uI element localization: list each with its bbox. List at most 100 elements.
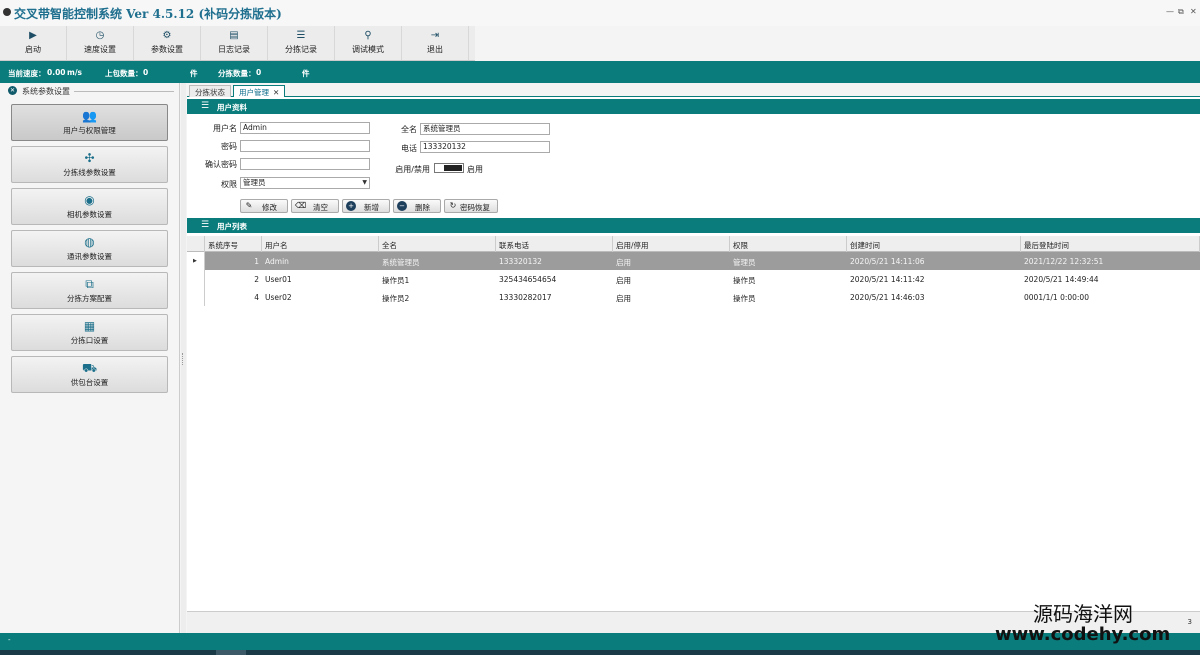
sidebar-item-feeder[interactable]: ⛟ 供包台设置 <box>11 356 168 393</box>
table-cell: 启用 <box>616 276 631 285</box>
section-title: 用户资料 <box>217 103 247 112</box>
tab-label: 分拣状态 <box>195 88 225 97</box>
column-header[interactable]: 最后登陆时间 <box>1021 236 1200 252</box>
phone-label: 电话 <box>401 144 417 153</box>
modify-button[interactable]: ✎ 修改 <box>240 199 288 213</box>
close-button[interactable]: ✕ <box>1190 7 1197 16</box>
column-header[interactable]: 用户名 <box>262 236 379 252</box>
username-field[interactable]: Admin <box>240 122 370 134</box>
table-cell: Admin <box>265 257 289 266</box>
column-header[interactable]: 系统序号 <box>205 236 262 252</box>
network-icon: ✣ <box>84 150 95 165</box>
sidebar-item-camera-params[interactable]: ◉ 相机参数设置 <box>11 188 168 225</box>
add-button[interactable]: + 新增 <box>342 199 390 213</box>
speed-settings-label: 速度设置 <box>84 45 116 54</box>
plus-icon: + <box>346 201 356 211</box>
sidebar-item-label: 相机参数设置 <box>67 209 112 219</box>
column-header[interactable]: 创建时间 <box>847 236 1021 252</box>
sorted-unit: 件 <box>302 69 310 78</box>
edit-icon: ✎ <box>245 201 253 210</box>
confirm-password-field[interactable] <box>240 158 370 170</box>
loaded-value: 0 <box>143 68 149 77</box>
globe-icon: ◍ <box>84 234 95 249</box>
taskbar-item[interactable] <box>216 650 246 655</box>
sidebar-item-sort-port[interactable]: ▦ 分拣口设置 <box>11 314 168 351</box>
table-row[interactable]: 1 Admin 系统管理员 133320132 启用 管理员 2020/5/21… <box>205 252 1200 270</box>
watermark-title: 源码海洋网 <box>1033 602 1133 626</box>
log-records-button[interactable]: ▤ 日志记录 <box>201 26 268 60</box>
table-row[interactable]: 4 User02 操作员2 13330282017 启用 操作员 2020/5/… <box>205 288 1200 306</box>
table-cell: 2020/5/21 14:49:44 <box>1024 275 1099 284</box>
sidebar-item-comm-params[interactable]: ◍ 通讯参数设置 <box>11 230 168 267</box>
divider <box>74 91 174 92</box>
modify-label: 修改 <box>262 203 277 212</box>
table-cell: User02 <box>265 293 292 302</box>
start-button[interactable]: ▶ 启动 <box>0 26 67 60</box>
minimize-button[interactable]: — <box>1166 7 1174 16</box>
table-cell: 操作员 <box>733 294 756 303</box>
row-pointer-icon: ▶ <box>193 258 197 264</box>
sidebar-item-sort-scheme[interactable]: ⧉ 分拣方案配置 <box>11 272 168 309</box>
table-cell: 2020/5/21 14:46:03 <box>850 293 925 302</box>
sidebar-title: 系统参数设置 <box>22 87 70 96</box>
reset-password-button[interactable]: ↻ 密码恢复 <box>444 199 498 213</box>
tab-close-icon[interactable]: ✕ <box>273 88 279 97</box>
log-records-label: 日志记录 <box>218 45 250 54</box>
password-label: 密码 <box>221 142 237 151</box>
sidebar-item-user-permissions[interactable]: 👥 用户与权限管理 <box>11 104 168 141</box>
exit-icon: ⇥ <box>430 30 440 41</box>
panel-splitter[interactable] <box>181 83 186 633</box>
speed-unit: m/s <box>67 68 83 77</box>
table-cell: User01 <box>265 275 292 284</box>
speed-value: 0.00 <box>47 68 66 77</box>
fullname-field[interactable]: 系统管理员 <box>420 123 550 135</box>
tab-sort-status[interactable]: 分拣状态 <box>189 85 231 97</box>
table-cell: 2020/5/21 14:11:06 <box>850 257 925 266</box>
table-cell: 0001/1/1 0:00:00 <box>1024 293 1089 302</box>
phone-field[interactable]: 133320132 <box>420 141 550 153</box>
sidebar-item-label: 分拣方案配置 <box>67 293 112 303</box>
window-title: 交叉带智能控制系统 Ver 4.5.12 (补码分拣版本) <box>14 7 282 21</box>
fullname-label: 全名 <box>401 125 417 134</box>
speed-settings-button[interactable]: ◷ 速度设置 <box>67 26 134 60</box>
role-value: 管理员 <box>243 178 266 187</box>
table-cell: 2 <box>254 275 259 284</box>
page-number: 3 <box>1187 618 1192 626</box>
table-cell: 操作员1 <box>382 276 410 285</box>
splitter-grip[interactable] <box>182 353 184 365</box>
eraser-icon: ⌫ <box>295 201 307 210</box>
column-header[interactable]: 全名 <box>379 236 496 252</box>
clear-button[interactable]: ⌫ 清空 <box>291 199 339 213</box>
debug-mode-button[interactable]: ⚲ 调试模式 <box>335 26 402 60</box>
sidebar-item-label: 分拣口设置 <box>70 335 109 345</box>
watermark-url: www.codehy.com <box>995 624 1171 645</box>
speed-label: 当前速度： <box>8 69 46 78</box>
collapse-icon[interactable]: ✕ <box>8 86 17 95</box>
param-settings-label: 参数设置 <box>151 45 183 54</box>
list-icon: ☰ <box>201 101 210 111</box>
sort-records-button[interactable]: ☰ 分拣记录 <box>268 26 335 60</box>
password-field[interactable] <box>240 140 370 152</box>
user-info-header: ☰ 用户资料 <box>187 99 1200 114</box>
loaded-unit: 件 <box>190 69 198 78</box>
enable-state: 启用 <box>467 165 483 174</box>
table-cell: 管理员 <box>733 258 756 267</box>
delete-button[interactable]: − 删除 <box>393 199 441 213</box>
enable-toggle[interactable] <box>434 163 464 173</box>
sidebar-item-label: 用户与权限管理 <box>63 125 116 135</box>
column-header[interactable]: 启用/停用 <box>613 236 730 252</box>
table-cell: 操作员 <box>733 276 756 285</box>
exit-button[interactable]: ⇥ 退出 <box>402 26 469 60</box>
role-select[interactable]: 管理员 ▼ <box>240 177 370 189</box>
enable-label: 启用/禁用 <box>395 165 430 174</box>
tab-user-management[interactable]: 用户管理 ✕ <box>233 85 286 97</box>
sidebar-item-line-params[interactable]: ✣ 分拣线参数设置 <box>11 146 168 183</box>
settings-sidebar: ✕ 系统参数设置 👥 用户与权限管理 ✣ 分拣线参数设置 ◉ 相机参数设置 ◍ … <box>0 83 180 633</box>
column-header[interactable]: 联系电话 <box>496 236 613 252</box>
table-row[interactable]: 2 User01 操作员1 325434654654 启用 操作员 2020/5… <box>205 270 1200 288</box>
toggle-knob <box>444 165 462 171</box>
maximize-button[interactable]: ⧉ <box>1178 7 1184 17</box>
column-header[interactable]: 权限 <box>730 236 847 252</box>
param-settings-button[interactable]: ⚙ 参数设置 <box>134 26 201 60</box>
table-cell: 启用 <box>616 294 631 303</box>
